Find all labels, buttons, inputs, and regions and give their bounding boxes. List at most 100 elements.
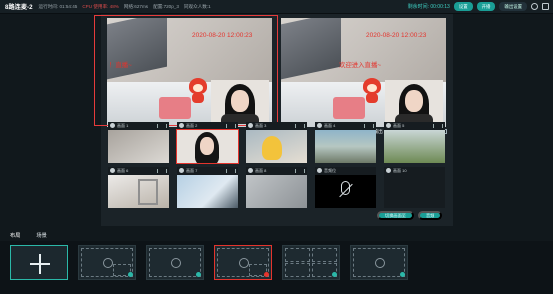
source-tile[interactable]: 画面 6 [108,167,169,208]
audio-icon[interactable] [226,123,236,128]
source-tile[interactable]: 画面 3 [246,122,307,163]
layout-badge [128,272,133,277]
pgm-timestamp: 2020-08-20 12:00:23 [366,32,427,39]
add-layout-button[interactable] [10,245,68,280]
layout-badge [264,272,269,277]
source-name: 画面 5 [393,122,405,128]
output-settings-button[interactable]: 输出设置 [499,2,527,11]
layout-card[interactable] [282,245,340,280]
source-number-badge [386,168,391,173]
layout-badge [332,272,337,277]
pgm-overlay-text: 欢迎进入直播~ [339,62,382,69]
source-thumbnail [108,175,169,208]
pvw-sticker [187,78,209,106]
top-right-controls: 剩余时间: 00:00:13 设置 开播 输出设置 [408,2,549,11]
source-tile[interactable]: 画面 1 [108,122,169,163]
layout-card[interactable] [350,245,408,280]
source-tile-header: 画面 7 [177,167,238,174]
source-thumbnail [177,175,238,208]
window-icon[interactable] [542,3,549,10]
source-name: 画面 8 [255,167,267,173]
layout-panel [0,241,553,294]
pgm-sticker [361,78,383,106]
refresh-icon[interactable] [531,3,538,10]
pvw-screen[interactable]: 2020-08-20 12:00:23 ！直播~ [107,18,272,127]
top-bar: 8路连麦-2 运行时间: 01:54:45 CPU 使用率: 48% 网络:62… [0,0,553,14]
layout-card[interactable] [146,245,204,280]
source-tile-header: 画面 6 [108,167,169,174]
source-tile-header: 画面 3 [246,122,307,129]
audio-icon[interactable] [157,123,167,128]
stat-viewers: 同观众人数:1 [183,3,211,9]
source-number-badge [179,168,184,173]
source-tile-header: 音频位 [315,167,376,174]
settings-button[interactable]: 设置 [453,2,473,11]
source-tile[interactable]: 音频位 [315,167,376,208]
source-thumbnail [176,129,239,164]
source-name: 画面 2 [186,122,198,128]
app-title: 8路连麦-2 [5,4,33,11]
source-tile-header: 画面 4 [315,122,376,129]
stat-cpu: CPU 使用率: 48% [82,3,119,9]
source-name: 画面 1 [117,122,129,128]
source-tile-header: 画面 1 [108,122,169,129]
audio-icon[interactable] [364,123,374,128]
layout-region [285,263,310,277]
source-number-badge [248,168,253,173]
layout-region [312,248,337,262]
layout-placeholder-icon [239,258,249,268]
stat-config: 配置:720p_3 [153,3,179,9]
source-tile-header: 画面 5 [384,122,445,129]
source-tile[interactable]: 画面 5 [384,122,445,163]
audio-icon[interactable] [295,168,305,173]
source-thumbnail [246,130,307,163]
source-number-badge [248,123,253,128]
source-tile[interactable]: 画面 8 [246,167,307,208]
layout-placeholder-icon [171,258,181,268]
source-thumbnail [315,130,376,163]
tab-layout[interactable]: 布局 [10,232,20,239]
tab-scene[interactable]: 场景 [36,232,46,239]
source-tile-header: 画面 10 [384,167,445,174]
layout-badge [400,272,405,277]
switch-scene-button[interactable]: 切换画面至 [377,211,414,220]
stat-runtime: 运行时间: 01:54:45 [38,3,78,9]
source-number-badge [110,168,115,173]
source-tile[interactable]: 画面 2 [176,122,239,164]
source-number-badge [386,123,391,128]
layout-badge [196,272,201,277]
layout-placeholder-icon [103,258,113,268]
source-tile-header: 画面 8 [246,167,307,174]
pvw-timestamp: 2020-08-20 12:00:23 [192,32,253,39]
audio-icon[interactable] [433,123,443,128]
source-number-badge [179,123,184,128]
pvw-pip-camera [211,80,269,124]
source-tile[interactable]: 画面 10 [384,167,445,208]
source-name: 画面 3 [255,122,267,128]
audio-icon[interactable] [226,168,236,173]
audio-icon[interactable] [295,123,305,128]
source-number-badge [110,123,115,128]
app-window: 8路连麦-2 运行时间: 01:54:45 CPU 使用率: 48% 网络:62… [0,0,553,294]
pgm-screen[interactable]: 2020-08-20 12:00:23 欢迎进入直播~ [281,18,446,127]
start-live-button[interactable]: 开播 [476,2,496,11]
audio-icon[interactable] [157,168,167,173]
source-thumbnail [384,130,445,163]
layout-region [285,248,310,262]
source-number-badge [317,168,322,173]
source-number-badge [317,123,322,128]
source-thumbnail [246,175,307,208]
grid-actions: 切换画面至 音频 [377,211,443,220]
layout-placeholder-icon [375,258,385,268]
source-thumbnail [384,175,445,208]
stat-network: 网络:627ms [123,3,149,9]
source-name: 音频位 [324,167,336,173]
layout-card-selected[interactable] [214,245,272,280]
layout-card[interactable] [78,245,136,280]
remaining-time: 剩余时间: 00:00:13 [407,4,450,10]
source-tile[interactable]: 画面 4 [315,122,376,163]
source-tile[interactable]: 画面 7 [177,167,238,208]
source-thumbnail [315,175,376,208]
audio-button[interactable]: 音频 [417,211,443,220]
pvw-overlay-text: ！直播~ [109,62,132,69]
